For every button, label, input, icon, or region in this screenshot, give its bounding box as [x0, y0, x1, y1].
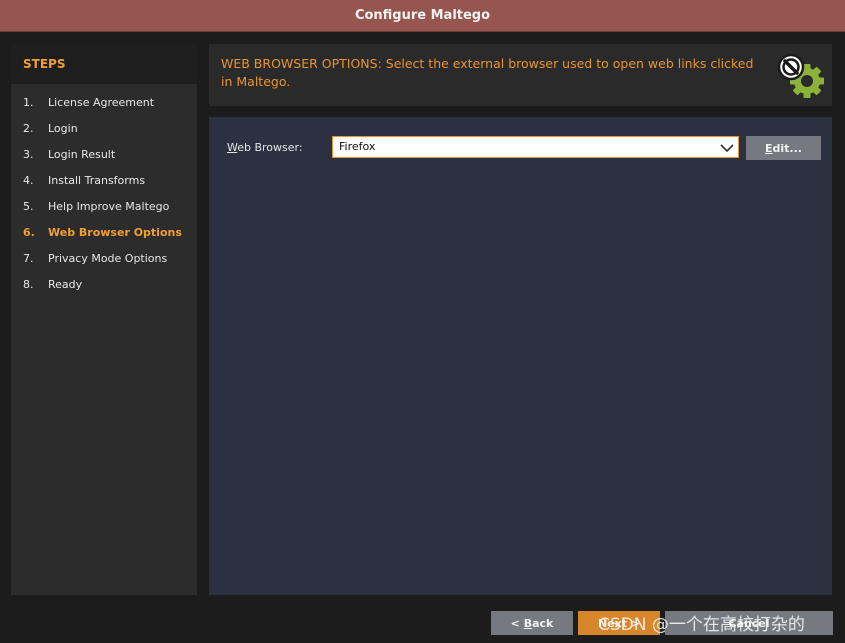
back-button[interactable]: < Back [491, 611, 573, 635]
edit-button[interactable]: Edit... [746, 136, 821, 160]
window-title: Configure Maltego [354, 8, 491, 23]
step-item-privacy-mode: 7. Privacy Mode Options [23, 252, 168, 265]
step-label: License Agreement [48, 96, 155, 109]
web-browser-select[interactable]: Firefox [332, 136, 739, 158]
chevron-down-icon [720, 141, 734, 153]
steps-panel: STEPS 1. License Agreement 2. Login 3. L… [11, 44, 197, 595]
step-item-ready: 8. Ready [23, 278, 83, 291]
step-item-help-improve: 5. Help Improve Maltego [23, 200, 170, 213]
step-label: Login [48, 122, 78, 135]
step-label: Help Improve Maltego [48, 200, 170, 213]
step-item-login-result: 3. Login Result [23, 148, 116, 161]
web-browser-label: Web Browser: [227, 141, 303, 154]
step-label: Ready [48, 278, 83, 291]
step-item-web-browser-options: 6. Web Browser Options [23, 226, 182, 239]
step-label: Install Transforms [48, 174, 146, 187]
step-item-login: 2. Login [23, 122, 78, 135]
step-item-install-transforms: 4. Install Transforms [23, 174, 146, 187]
cancel-button[interactable]: Cancel [665, 611, 833, 635]
step-label: Web Browser Options [48, 226, 182, 239]
step-item-license-agreement: 1. License Agreement [23, 96, 155, 109]
banner-text: WEB BROWSER OPTIONS: Select the external… [221, 56, 754, 89]
step-description-banner: WEB BROWSER OPTIONS: Select the external… [209, 44, 832, 106]
window-titlebar: Configure Maltego [0, 0, 845, 32]
step-label: Privacy Mode Options [48, 252, 168, 265]
web-browser-select-value: Firefox [339, 140, 376, 153]
steps-header: STEPS [11, 44, 197, 84]
settings-gear-icon [776, 50, 826, 100]
step-label: Login Result [48, 148, 116, 161]
options-content-panel: Web Browser: Firefox Edit... [209, 117, 832, 595]
next-button[interactable]: Next > [578, 611, 660, 635]
